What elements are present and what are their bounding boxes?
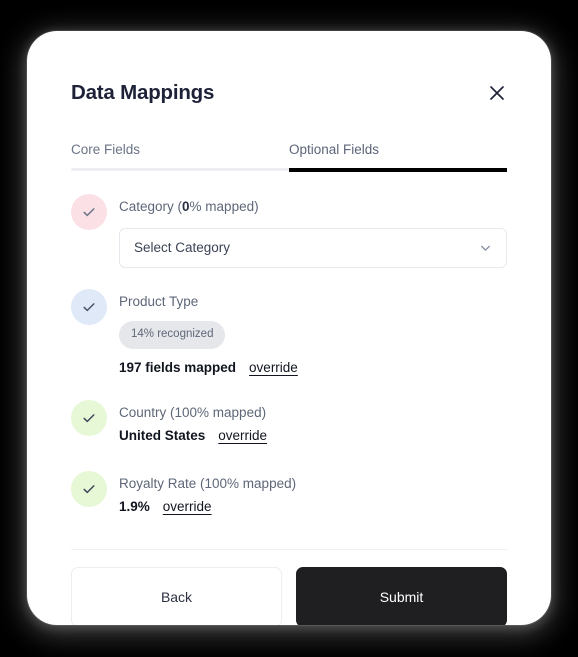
field-label-country: Country (100% mapped) — [119, 405, 267, 420]
status-badge-product-type — [71, 289, 107, 325]
modal-footer: Back Submit — [71, 567, 507, 625]
close-icon — [489, 85, 505, 101]
field-value-royalty-rate: 1.9% — [119, 498, 150, 514]
field-label-category-suffix: % mapped) — [189, 199, 259, 214]
field-row-royalty-rate: Royalty Rate (100% mapped) 1.9% override — [71, 471, 507, 515]
check-icon — [81, 410, 97, 426]
override-link-country[interactable]: override — [218, 428, 267, 444]
field-value-product-type: 197 fields mapped — [119, 360, 237, 376]
field-row-country: Country (100% mapped) United States over… — [71, 400, 507, 444]
modal-header: Data Mappings — [71, 78, 507, 108]
check-icon — [81, 204, 97, 220]
status-badge-royalty-rate — [71, 471, 107, 507]
field-label-category-value: 0 — [182, 199, 190, 214]
screen: Data Mappings Core Fields Optional Field… — [0, 0, 578, 657]
tab-optional-fields[interactable]: Optional Fields — [289, 143, 507, 172]
tab-core-fields[interactable]: Core Fields — [71, 143, 289, 172]
override-link-royalty-rate[interactable]: override — [163, 499, 212, 515]
value-row-country: United States override — [119, 428, 507, 444]
recognition-badge-product-type: 14% recognized — [119, 320, 226, 350]
field-label-product-type: Product Type — [119, 294, 199, 309]
footer-divider — [71, 549, 507, 550]
field-label-royalty-rate: Royalty Rate (100% mapped) — [119, 476, 297, 491]
check-icon — [81, 299, 97, 315]
submit-button[interactable]: Submit — [296, 567, 507, 625]
back-button[interactable]: Back — [71, 567, 282, 625]
tab-optional-fields-underline — [289, 167, 507, 172]
tab-core-fields-underline — [71, 167, 289, 171]
field-label-category: Category (0% mapped) — [119, 199, 507, 216]
tab-optional-fields-label: Optional Fields — [289, 142, 380, 157]
category-select[interactable]: Select Category — [119, 227, 507, 268]
field-row-product-type: Product Type 14% recognized 197 fields m… — [71, 289, 507, 377]
value-row-product-type: 197 fields mapped override — [119, 360, 507, 376]
field-value-country: United States — [119, 427, 206, 443]
field-body-category: Category (0% mapped) Select Category — [119, 194, 507, 268]
close-button[interactable] — [484, 80, 510, 106]
field-row-category: Category (0% mapped) Select Category — [71, 194, 507, 268]
check-icon — [81, 481, 97, 497]
chevron-down-icon — [478, 240, 493, 255]
field-body-royalty-rate: Royalty Rate (100% mapped) 1.9% override — [119, 471, 507, 515]
category-select-value: Select Category — [134, 240, 231, 256]
status-badge-category — [71, 194, 107, 230]
modal-content: Data Mappings Core Fields Optional Field… — [27, 31, 551, 625]
value-row-royalty-rate: 1.9% override — [119, 499, 507, 515]
status-badge-country — [71, 400, 107, 436]
field-label-category-prefix: Category ( — [119, 199, 183, 214]
data-mappings-modal: Data Mappings Core Fields Optional Field… — [27, 31, 551, 625]
tab-bar: Core Fields Optional Fields — [71, 143, 507, 172]
page-title: Data Mappings — [71, 80, 215, 104]
override-link-product-type[interactable]: override — [249, 360, 298, 376]
tab-core-fields-label: Core Fields — [71, 142, 141, 157]
field-body-product-type: Product Type 14% recognized 197 fields m… — [119, 289, 507, 377]
field-body-country: Country (100% mapped) United States over… — [119, 400, 507, 444]
